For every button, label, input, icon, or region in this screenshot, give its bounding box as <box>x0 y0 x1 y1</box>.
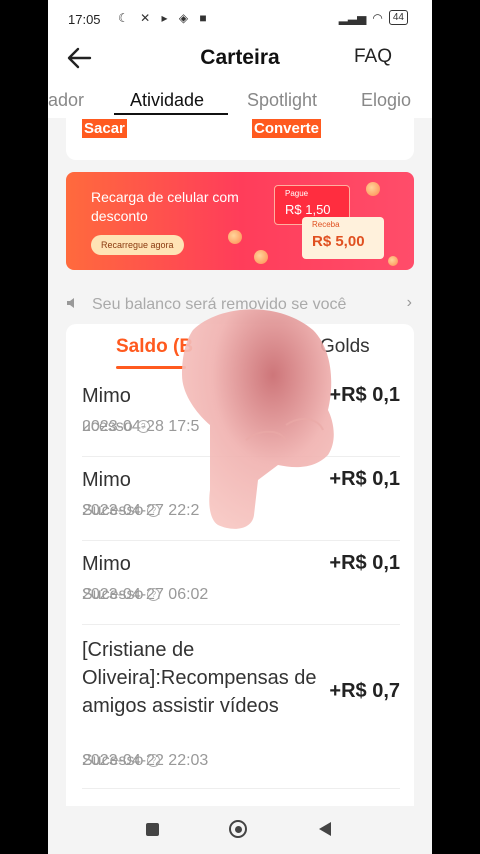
receba-amount: R$ 5,00 <box>312 233 365 250</box>
android-nav-bar <box>48 806 432 854</box>
notification-icons: ☾ ✕ ▸ ◈ ■ <box>118 11 211 25</box>
balance-card: Sacar Converte <box>66 116 414 160</box>
banner-text: Recarga de celular com desconto <box>91 189 239 224</box>
transactions-card: Saldo (B Golds Mimo +R$ 0,1 2023-04-28 1… <box>66 324 414 824</box>
signal-icon: ▂▃▅ <box>338 10 367 25</box>
transaction-amount: +R$ 0,1 <box>329 468 400 490</box>
coin-icon <box>254 250 268 264</box>
notice-text: Seu balanco será removido se você <box>92 296 347 313</box>
transaction-name: Mimo <box>82 553 131 575</box>
transaction-row[interactable]: Mimo +R$ 0,1 2023-04-27 06:02 Sucesso? <box>82 544 400 625</box>
coin-icon <box>366 182 380 196</box>
status-text: ucesso <box>82 418 133 435</box>
status-text: Sucesso <box>82 502 144 519</box>
notice-bar[interactable]: Seu balanco será removido se você › <box>66 292 414 318</box>
transaction-status: ucesso? <box>82 418 400 436</box>
tab-golds[interactable]: Golds <box>320 336 370 358</box>
back-button[interactable] <box>319 822 331 836</box>
coin-icon <box>388 256 398 266</box>
status-text: Sucesso <box>82 586 144 603</box>
phone-screen: 17:05 ☾ ✕ ▸ ◈ ■ ▂▃▅ ◠ 44 Carteira FAQ ia… <box>48 0 432 854</box>
wifi-icon: ◠ <box>372 10 383 25</box>
transaction-status: Sucesso? <box>82 586 400 604</box>
status-bar: 17:05 ☾ ✕ ▸ ◈ ■ ▂▃▅ ◠ 44 <box>48 0 432 38</box>
saldo-tab-indicator <box>116 366 186 369</box>
app-header: Carteira FAQ <box>48 38 432 82</box>
help-icon[interactable]: ? <box>136 420 150 434</box>
tab-criador[interactable]: iador <box>48 90 84 111</box>
status-text: Sucesso <box>82 752 144 769</box>
sacar-button[interactable]: Sacar <box>82 119 127 138</box>
receba-coupon: Receba R$ 5,00 <box>302 217 384 259</box>
recharge-banner[interactable]: Recarga de celular com desconto Recarreg… <box>66 172 414 270</box>
tab-saldo[interactable]: Saldo (B <box>116 336 193 358</box>
recharge-button[interactable]: Recarregue agora <box>91 235 184 255</box>
faq-link[interactable]: FAQ <box>354 46 392 68</box>
battery-icon: 44 <box>388 10 408 25</box>
help-icon[interactable]: ? <box>147 754 161 768</box>
transaction-row[interactable]: Mimo +R$ 0,1 2023-04-28 17:5 ucesso? <box>82 376 400 457</box>
help-icon[interactable]: ? <box>147 504 161 518</box>
receba-label: Receba <box>312 220 340 229</box>
transaction-status: Sucesso? <box>82 752 400 770</box>
transaction-row[interactable]: [Cristiane de Oliveira]:Recompensas de a… <box>82 628 400 789</box>
transaction-amount: +R$ 0,1 <box>329 384 400 406</box>
tab-elogio[interactable]: Elogio <box>361 90 411 111</box>
transaction-status: Sucesso? <box>82 502 400 520</box>
home-button[interactable] <box>229 820 247 838</box>
transaction-row[interactable]: Mimo +R$ 0,1 2023-04-27 22:2 Sucesso? <box>82 460 400 541</box>
chevron-right-icon: › <box>406 294 412 311</box>
active-tab-indicator <box>114 113 228 115</box>
transaction-amount: +R$ 0,7 <box>329 680 400 702</box>
help-icon[interactable]: ? <box>147 588 161 602</box>
transaction-name: Mimo <box>82 385 131 407</box>
tab-spotlight[interactable]: Spotlight <box>247 90 317 111</box>
coin-icon <box>228 230 242 244</box>
status-right: ▂▃▅ ◠ 44 <box>339 10 408 25</box>
wallet-tabs: iador Atividade Spotlight Elogio <box>48 82 432 118</box>
transaction-name: Mimo <box>82 469 131 491</box>
transaction-amount: +R$ 0,1 <box>329 552 400 574</box>
converte-button[interactable]: Converte <box>252 119 322 138</box>
transaction-name: [Cristiane de Oliveira]:Recompensas de a… <box>82 639 317 717</box>
recents-button[interactable] <box>146 823 159 836</box>
tab-atividade[interactable]: Atividade <box>130 90 204 111</box>
pague-label: Pague <box>285 189 309 198</box>
pague-amount: R$ 1,50 <box>285 202 331 217</box>
speaker-icon <box>67 298 74 308</box>
status-time: 17:05 <box>68 12 101 27</box>
